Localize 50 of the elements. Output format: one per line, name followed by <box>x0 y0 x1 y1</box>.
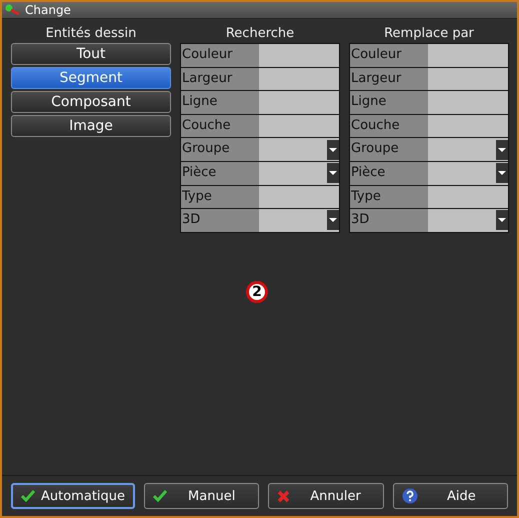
close-icon <box>277 490 290 502</box>
dropdown-field[interactable] <box>428 162 508 185</box>
column-heading: Entités dessin <box>44 25 138 43</box>
field-label: Couleur <box>181 44 259 67</box>
entity-button[interactable]: Tout <box>11 43 171 65</box>
input-field[interactable] <box>428 186 508 208</box>
field-label: Type <box>350 186 428 208</box>
window-title: Change <box>25 3 71 17</box>
input-field[interactable] <box>428 68 508 90</box>
dialog-button[interactable]: Manuel <box>144 483 260 509</box>
dropdown-field[interactable] <box>428 209 508 232</box>
entity-button[interactable]: Image <box>11 115 171 137</box>
input-field[interactable] <box>428 114 508 138</box>
field-label: Largeur <box>181 68 259 90</box>
input-field[interactable] <box>259 114 339 138</box>
input-field[interactable] <box>428 44 508 67</box>
check-icon <box>153 490 168 502</box>
dropdown-field[interactable] <box>259 209 339 232</box>
help-icon <box>402 488 418 504</box>
input-field[interactable] <box>259 186 339 208</box>
field-label: Largeur <box>350 68 428 90</box>
input-field[interactable] <box>259 68 339 90</box>
field-label: Couche <box>350 114 428 138</box>
field-label: 3D <box>181 209 259 232</box>
dialog-button[interactable]: Automatique <box>11 483 136 509</box>
check-icon <box>21 490 35 502</box>
entity-button[interactable]: Segment <box>11 67 171 89</box>
field-label: Ligne <box>181 91 259 114</box>
app-icon <box>5 4 21 16</box>
dropdown-field[interactable] <box>259 138 339 161</box>
field-label: Pièce <box>181 162 259 185</box>
field-label: 3D <box>350 209 428 232</box>
entity-button[interactable]: Composant <box>11 91 171 113</box>
dialog-button[interactable]: Annuler <box>268 483 384 509</box>
input-field[interactable] <box>259 44 339 67</box>
field-label: Couleur <box>350 44 428 67</box>
field-label: Groupe <box>181 138 259 161</box>
input-field[interactable] <box>428 91 508 114</box>
input-field[interactable] <box>259 91 339 114</box>
dropdown-field[interactable] <box>259 162 339 185</box>
field-label: Type <box>181 186 259 208</box>
column-heading: Recherche <box>224 25 296 43</box>
field-label: Ligne <box>350 91 428 114</box>
callout-marker: 2 <box>246 281 268 303</box>
field-label: Groupe <box>350 138 428 161</box>
dropdown-field[interactable] <box>428 138 508 161</box>
field-label: Pièce <box>350 162 428 185</box>
field-label: Couche <box>181 114 259 138</box>
dialog-button[interactable]: Aide <box>392 483 508 509</box>
column-heading: Remplace par <box>383 25 475 43</box>
